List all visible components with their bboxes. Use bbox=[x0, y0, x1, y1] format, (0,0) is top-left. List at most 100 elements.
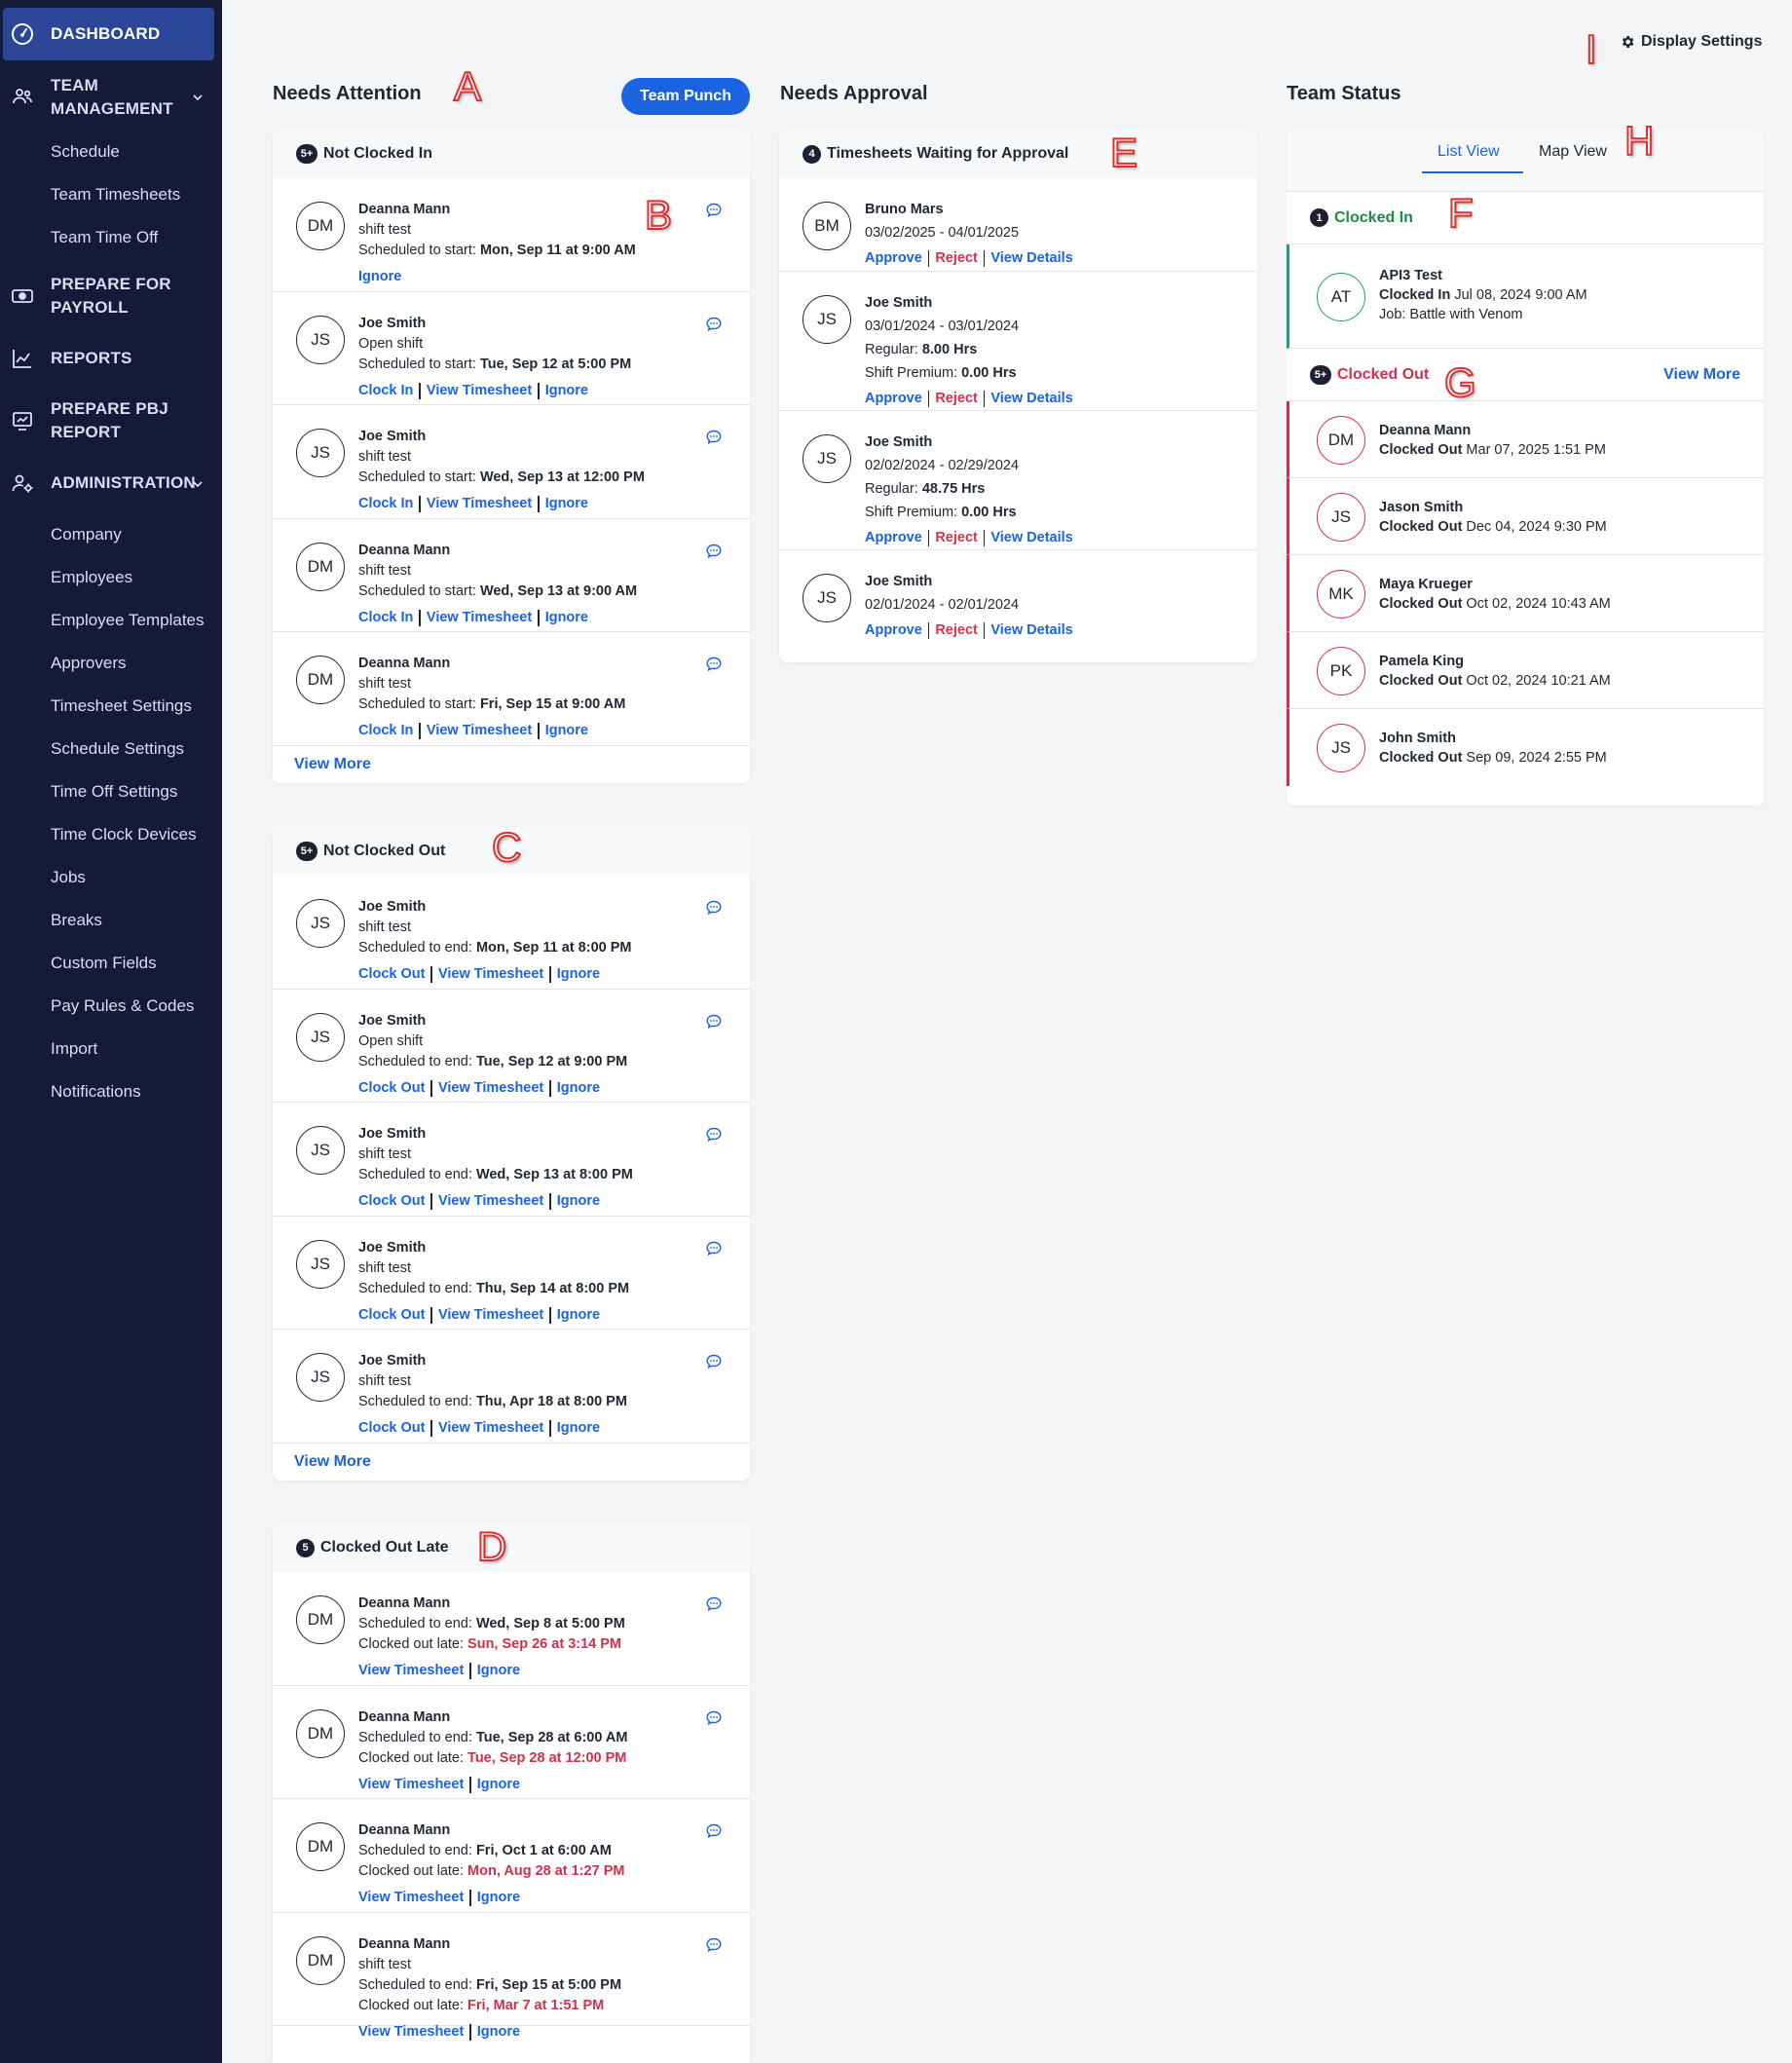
sidebar-admin-item[interactable]: Employee Templates bbox=[51, 610, 205, 631]
ignore-link[interactable]: Ignore bbox=[545, 494, 588, 514]
sidebar-admin-item[interactable]: Approvers bbox=[51, 653, 126, 674]
view-more-link[interactable]: View More bbox=[273, 746, 750, 783]
chevron-down-icon[interactable] bbox=[191, 477, 205, 491]
approve-link[interactable]: Approve bbox=[865, 387, 922, 410]
chat-icon[interactable] bbox=[705, 1595, 723, 1613]
chat-icon[interactable] bbox=[705, 1013, 723, 1031]
tab-list-view[interactable]: List View bbox=[1437, 143, 1500, 161]
sidebar-admin-item[interactable]: Time Off Settings bbox=[51, 781, 177, 803]
chat-icon[interactable] bbox=[705, 1240, 723, 1257]
team-punch-button[interactable]: Team Punch bbox=[621, 78, 750, 115]
chevron-down-icon[interactable] bbox=[191, 91, 205, 104]
view-more-link[interactable]: View More bbox=[273, 1444, 750, 1481]
view-timesheet-link[interactable]: View Timesheet bbox=[427, 494, 532, 514]
sidebar-admin-item[interactable]: Notifications bbox=[51, 1081, 141, 1103]
ignore-link[interactable]: Ignore bbox=[545, 721, 588, 741]
chat-icon[interactable] bbox=[705, 429, 723, 446]
reject-link[interactable]: Reject bbox=[935, 619, 978, 642]
sidebar-item-schedule[interactable]: Schedule bbox=[51, 141, 120, 163]
annotation-h: H bbox=[1624, 118, 1655, 164]
clock-in-link[interactable]: Clock In bbox=[358, 381, 413, 401]
chat-icon[interactable] bbox=[705, 202, 723, 219]
clock-out-link[interactable]: Clock Out bbox=[358, 964, 425, 985]
sidebar-admin-item[interactable]: Jobs bbox=[51, 867, 86, 888]
scheduled-label: Scheduled to start: bbox=[358, 469, 480, 485]
sidebar-admin-item[interactable]: Breaks bbox=[51, 910, 102, 931]
view-timesheet-link[interactable]: View Timesheet bbox=[358, 1775, 464, 1795]
sidebar-item-administration[interactable]: ADMINISTRATION bbox=[51, 471, 196, 495]
view-timesheet-link[interactable]: View Timesheet bbox=[427, 608, 532, 628]
approve-link[interactable]: Approve bbox=[865, 246, 922, 270]
ignore-link[interactable]: Ignore bbox=[358, 267, 401, 287]
sidebar-admin-item[interactable]: Employees bbox=[51, 567, 132, 588]
view-more-link[interactable]: View More bbox=[1663, 366, 1740, 384]
approve-link[interactable]: Approve bbox=[865, 619, 922, 642]
chat-icon[interactable] bbox=[705, 656, 723, 673]
sidebar-item-team-time-off[interactable]: Team Time Off bbox=[51, 227, 158, 248]
ignore-link[interactable]: Ignore bbox=[545, 381, 588, 401]
view-details-link[interactable]: View Details bbox=[990, 387, 1072, 410]
view-timesheet-link[interactable]: View Timesheet bbox=[358, 2022, 464, 2043]
sidebar-admin-item[interactable]: Company bbox=[51, 524, 122, 545]
clock-out-link[interactable]: Clock Out bbox=[358, 1305, 425, 1326]
ignore-link[interactable]: Ignore bbox=[557, 964, 600, 985]
sidebar-admin-item[interactable]: Custom Fields bbox=[51, 953, 157, 974]
divider bbox=[419, 723, 421, 739]
view-details-link[interactable]: View Details bbox=[990, 619, 1072, 642]
sidebar-item-team-timesheets[interactable]: Team Timesheets bbox=[51, 184, 180, 206]
reject-link[interactable]: Reject bbox=[935, 387, 978, 410]
ignore-link[interactable]: Ignore bbox=[545, 608, 588, 628]
clock-in-link[interactable]: Clock In bbox=[358, 721, 413, 741]
scheduled-time: Scheduled to start: Mon, Sep 11 at 9:00 … bbox=[358, 241, 636, 261]
chat-icon[interactable] bbox=[705, 316, 723, 333]
chat-icon[interactable] bbox=[705, 1126, 723, 1144]
view-timesheet-link[interactable]: View Timesheet bbox=[427, 721, 532, 741]
view-details-link[interactable]: View Details bbox=[990, 246, 1072, 270]
ignore-link[interactable]: Ignore bbox=[477, 2022, 520, 2043]
ignore-link[interactable]: Ignore bbox=[557, 1418, 600, 1439]
view-details-link[interactable]: View Details bbox=[990, 526, 1072, 549]
view-timesheet-link[interactable]: View Timesheet bbox=[438, 1418, 543, 1439]
ignore-link[interactable]: Ignore bbox=[557, 1078, 600, 1099]
chat-icon[interactable] bbox=[705, 1822, 723, 1840]
reject-link[interactable]: Reject bbox=[935, 246, 978, 270]
view-timesheet-link[interactable]: View Timesheet bbox=[358, 1661, 464, 1681]
chat-icon[interactable] bbox=[705, 1936, 723, 1954]
chat-icon[interactable] bbox=[705, 1709, 723, 1727]
ignore-link[interactable]: Ignore bbox=[477, 1661, 520, 1681]
ignore-link[interactable]: Ignore bbox=[557, 1191, 600, 1212]
ignore-link[interactable]: Ignore bbox=[477, 1888, 520, 1908]
view-timesheet-link[interactable]: View Timesheet bbox=[427, 381, 532, 401]
view-timesheet-link[interactable]: View Timesheet bbox=[438, 1078, 543, 1099]
clock-out-link[interactable]: Clock Out bbox=[358, 1078, 425, 1099]
status-value: Sep 09, 2024 2:55 PM bbox=[1462, 750, 1607, 766]
view-timesheet-link[interactable]: View Timesheet bbox=[438, 1305, 543, 1326]
sidebar-admin-item[interactable]: Import bbox=[51, 1038, 97, 1060]
sidebar-admin-item[interactable]: Pay Rules & Codes bbox=[51, 995, 194, 1017]
ignore-link[interactable]: Ignore bbox=[477, 1775, 520, 1795]
sidebar-admin-item[interactable]: Timesheet Settings bbox=[51, 695, 192, 717]
reject-link[interactable]: Reject bbox=[935, 526, 978, 549]
approve-link[interactable]: Approve bbox=[865, 526, 922, 549]
clock-out-link[interactable]: Clock Out bbox=[358, 1418, 425, 1439]
ignore-link[interactable]: Ignore bbox=[557, 1305, 600, 1326]
tab-map-view[interactable]: Map View bbox=[1539, 143, 1607, 161]
late-label: Clocked out late: bbox=[358, 1636, 468, 1652]
view-timesheet-link[interactable]: View Timesheet bbox=[358, 1888, 464, 1908]
view-timesheet-link[interactable]: View Timesheet bbox=[438, 1191, 543, 1212]
clock-in-link[interactable]: Clock In bbox=[358, 494, 413, 514]
employee-name: Deanna Mann bbox=[1379, 423, 1472, 438]
sidebar-item-prepare-pbj[interactable]: PREPARE PBJ REPORT bbox=[51, 397, 168, 444]
clock-out-link[interactable]: Clock Out bbox=[358, 1191, 425, 1212]
view-timesheet-link[interactable]: View Timesheet bbox=[438, 964, 543, 985]
sidebar-admin-item[interactable]: Schedule Settings bbox=[51, 738, 184, 760]
chat-icon[interactable] bbox=[705, 1353, 723, 1370]
sidebar-item-reports[interactable]: REPORTS bbox=[51, 347, 132, 370]
sidebar-admin-item[interactable]: Time Clock Devices bbox=[51, 824, 197, 845]
clock-in-link[interactable]: Clock In bbox=[358, 608, 413, 628]
sidebar-item-prepare-payroll[interactable]: PREPARE FOR PAYROLL bbox=[51, 273, 171, 319]
sidebar-item-team-management[interactable]: TEAM MANAGEMENT bbox=[51, 74, 173, 121]
chat-icon[interactable] bbox=[705, 543, 723, 560]
display-settings-button[interactable]: Display Settings bbox=[1620, 33, 1762, 51]
chat-icon[interactable] bbox=[705, 899, 723, 917]
